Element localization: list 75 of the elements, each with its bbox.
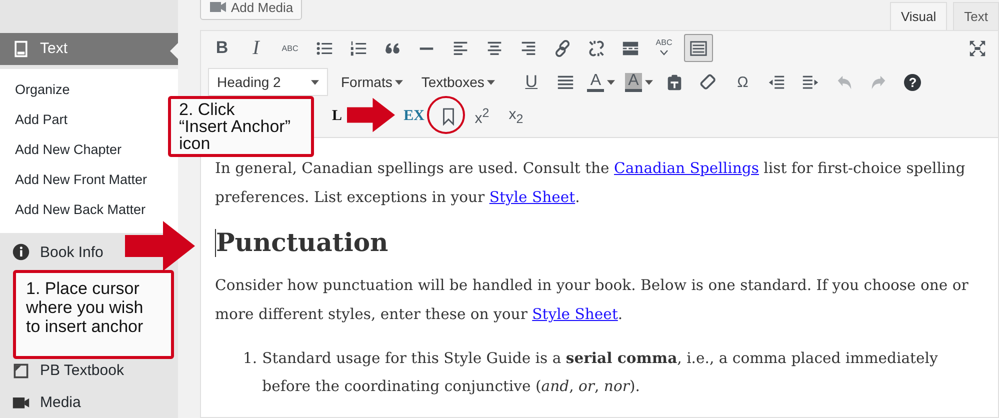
caret-icon	[607, 80, 616, 84]
checkmark-icon	[660, 50, 668, 56]
add-media-button[interactable]: Add Media	[200, 0, 302, 20]
bookmark-icon	[442, 108, 454, 126]
toolbar-button[interactable]	[684, 34, 713, 62]
indent-icon	[803, 75, 818, 88]
link[interactable]: Canadian Spellings	[614, 160, 759, 177]
read-more-icon	[622, 41, 638, 55]
info-icon	[12, 243, 30, 262]
callout: 2. Click “Insert Anchor” icon	[168, 96, 314, 157]
list-number: 1.	[243, 349, 258, 369]
align-center-icon	[487, 41, 501, 54]
keyboard-icon	[690, 40, 707, 56]
caret-icon	[487, 80, 496, 84]
toolbar-button[interactable]: L	[327, 102, 348, 130]
heading-select[interactable]: Heading 2	[208, 68, 328, 96]
toolbar-button[interactable]: ABC	[647, 34, 681, 62]
sidebar-label: PB Textbook	[40, 362, 124, 380]
bullet-list-icon	[316, 42, 332, 54]
fullscreen-icon	[969, 40, 985, 56]
arrow	[347, 95, 395, 135]
list-item-text: Standard usage for this Style Guide is a serial comma, i.e., a comma placed immediately before the coordinating conjunctive (and, or, nor).	[262, 349, 939, 397]
help-button[interactable]: ?	[896, 68, 930, 96]
color-button[interactable]: A	[582, 68, 620, 96]
link[interactable]: Style Sheet	[489, 189, 576, 206]
paragraph: Consider how punctuation will be handled in your book. Below is one standard. If you choose one or more different styles, enter these on your Style Sheet.	[215, 276, 970, 325]
editor-tab[interactable]: Visual	[890, 2, 948, 30]
undo-icon	[838, 75, 852, 89]
square-icon	[12, 362, 30, 380]
highlight-circle	[427, 96, 465, 134]
callout: 1. Place cursor where you wish to insert anchor	[13, 270, 174, 359]
link[interactable]: Style Sheet	[532, 306, 618, 323]
caret-icon	[644, 80, 653, 84]
sidebar-item[interactable]: Media	[0, 386, 89, 418]
outdent-icon	[769, 75, 784, 88]
toolbar-button[interactable]: U	[514, 68, 548, 96]
submenu-link[interactable]: Add New Front Matter	[0, 164, 152, 195]
editor-tab[interactable]: Text	[953, 2, 999, 30]
toolbar-button[interactable]: x$_{2}$	[499, 102, 534, 130]
toolbar-button[interactable]: I	[239, 34, 273, 62]
submenu-link[interactable]: Add Part	[0, 104, 72, 135]
sidebar-label: Text	[40, 40, 68, 58]
link-icon	[554, 38, 570, 58]
sidebar-item[interactable]: Book Info	[0, 236, 112, 268]
page-icon	[12, 40, 30, 58]
toolbar-button[interactable]: B	[205, 34, 239, 62]
toolbar-button[interactable]: x$^{2}$	[465, 102, 500, 130]
align-right-icon	[521, 41, 535, 54]
media-icon	[209, 0, 227, 14]
sidebar-label: Book Info	[40, 244, 104, 261]
toolbar-button[interactable]: EX	[397, 102, 432, 130]
justify-icon	[558, 75, 573, 88]
caret-icon	[395, 80, 404, 84]
sidebar-item[interactable]: Text	[0, 33, 178, 65]
toolbar-button[interactable]: Ω	[726, 68, 760, 96]
toolbar-button[interactable]: ABC	[273, 34, 307, 62]
caret-icon	[311, 80, 319, 84]
text-cursor	[215, 228, 216, 256]
submenu-link[interactable]: Add New Chapter	[0, 134, 126, 165]
align-left-icon	[453, 41, 467, 54]
numbered-list-icon	[350, 40, 366, 56]
unlink-icon	[588, 39, 604, 57]
heading: Punctuation	[216, 228, 388, 257]
menu-button[interactable]: Formats	[336, 68, 408, 96]
paragraph: In general, Canadian spellings are used. Consult the Canadian Spellings list for first-choice spelling preferences. List exceptions in your Style Sheet.	[215, 159, 966, 208]
submenu-link[interactable]: Add New Back Matter	[0, 194, 150, 225]
eraser-icon	[700, 73, 716, 90]
redo-icon	[872, 75, 886, 89]
clipboard-icon	[668, 74, 682, 90]
menu-pointer	[170, 43, 178, 59]
menu-button[interactable]: Textboxes	[416, 68, 500, 96]
arrow	[125, 221, 195, 271]
sidebar-label: Media	[40, 394, 81, 411]
submenu-link[interactable]: Organize	[0, 74, 74, 105]
quote-icon	[385, 42, 399, 54]
